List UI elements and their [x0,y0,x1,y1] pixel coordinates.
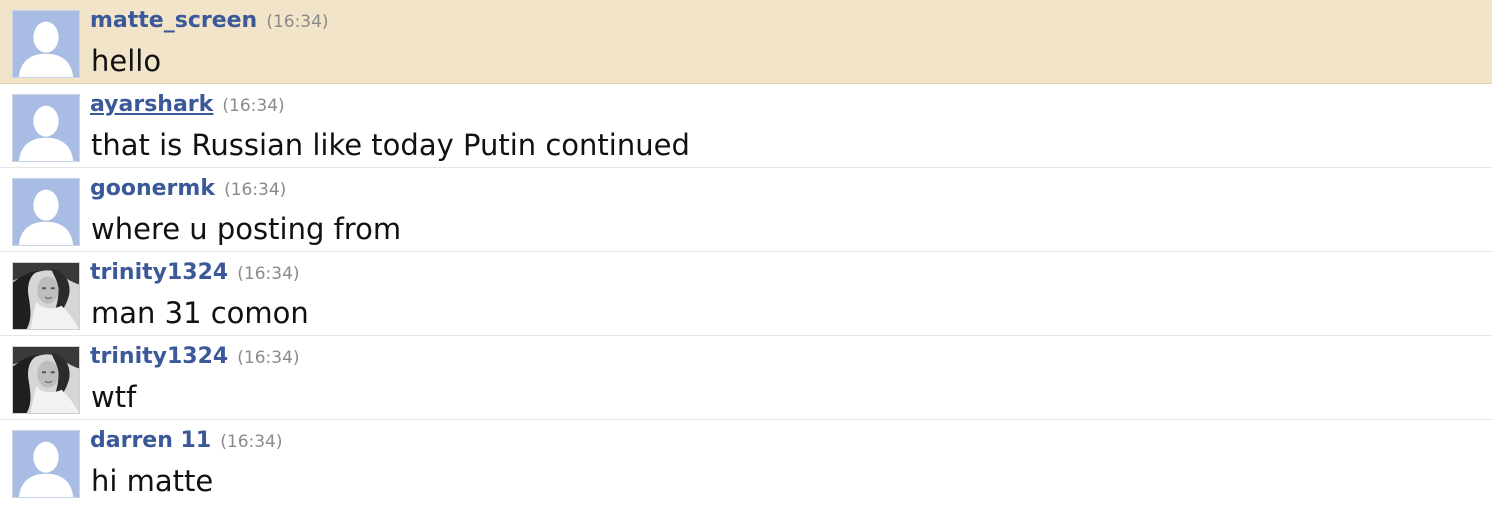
chat-message: goonermk (16:34) where u posting from [0,168,1492,252]
message-header: trinity1324 (16:34) [90,259,300,288]
username-link[interactable]: trinity1324 [90,344,228,369]
default-avatar-silhouette [13,11,79,77]
default-avatar-icon[interactable] [12,178,80,246]
photo-avatar[interactable] [12,346,80,414]
message-text: wtf [91,380,137,414]
photo-avatar-image [13,347,79,413]
message-header: matte_screen (16:34) [90,7,329,36]
default-avatar-icon[interactable] [12,94,80,162]
message-timestamp: (16:34) [222,96,285,116]
username-link[interactable]: goonermk [90,176,215,201]
chat-log: matte_screen (16:34) hello ayarshark (16… [0,0,1492,510]
message-text: that is Russian like today Putin continu… [91,128,690,162]
default-avatar-icon[interactable] [12,430,80,498]
message-timestamp: (16:34) [224,180,287,200]
message-text: man 31 comon [91,296,309,330]
message-header: darren 11 (16:34) [90,427,283,456]
photo-avatar-image [13,263,79,329]
message-text: hello [91,44,162,78]
chat-message: trinity1324 (16:34) wtf [0,336,1492,420]
username-link[interactable]: matte_screen [90,8,257,33]
default-avatar-icon[interactable] [12,10,80,78]
chat-message: ayarshark (16:34) that is Russian like t… [0,84,1492,168]
photo-avatar[interactable] [12,262,80,330]
message-header: goonermk (16:34) [90,175,286,204]
message-timestamp: (16:34) [237,264,300,284]
default-avatar-silhouette [13,95,79,161]
chat-message: trinity1324 (16:34) man 31 comon [0,252,1492,336]
username-link[interactable]: trinity1324 [90,260,228,285]
chat-message: matte_screen (16:34) hello [0,0,1492,84]
message-header: trinity1324 (16:34) [90,343,300,372]
message-header: ayarshark (16:34) [90,91,285,120]
default-avatar-silhouette [13,179,79,245]
username-link[interactable]: darren 11 [90,428,211,453]
chat-message: darren 11 (16:34) hi matte [0,420,1492,504]
message-text: hi matte [91,464,214,498]
default-avatar-silhouette [13,431,79,497]
message-timestamp: (16:34) [266,12,329,32]
message-text: where u posting from [91,212,402,246]
message-timestamp: (16:34) [220,432,283,452]
message-timestamp: (16:34) [237,348,300,368]
username-link[interactable]: ayarshark [90,92,213,117]
